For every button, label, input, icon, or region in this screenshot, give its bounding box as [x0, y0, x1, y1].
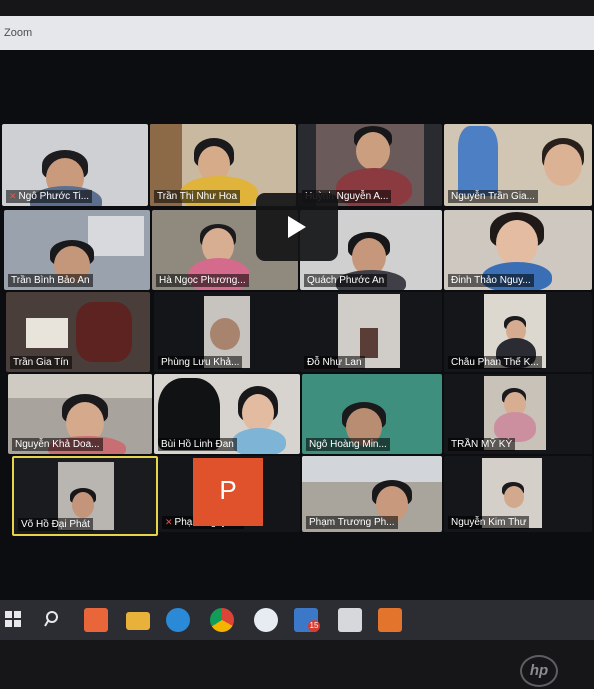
participant-name: Ngô Hoàng Min... — [306, 438, 390, 451]
participant-tile[interactable]: Nguyễn Khả Doa... — [8, 374, 152, 454]
edge-icon[interactable] — [166, 608, 190, 632]
participant-name: Nguyễn Trần Gia... — [448, 190, 538, 203]
participant-name: Đinh Thảo Nguy... — [448, 274, 534, 287]
office-icon[interactable] — [84, 608, 108, 632]
search-icon[interactable] — [44, 610, 62, 628]
zoom-icon[interactable] — [254, 608, 278, 632]
windows-start-icon[interactable] — [4, 610, 22, 628]
participant-name: Phạm Trương Ph... — [306, 516, 398, 529]
participant-tile[interactable]: TRẦN MỸ KỲ — [444, 374, 592, 454]
participant-tile[interactable]: Ngô Hoàng Min... — [302, 374, 442, 454]
mic-muted-icon: ✕ — [165, 517, 173, 527]
participant-tile[interactable]: Phạm Trương Ph... — [302, 456, 442, 532]
participant-tile[interactable]: Trần Gia Tín — [6, 292, 150, 372]
play-icon — [288, 216, 306, 238]
participant-name: Trần Gia Tín — [10, 356, 72, 369]
participant-tile-active-speaker[interactable]: Võ Hồ Đại Phát — [12, 456, 158, 536]
participant-name: Trần Thị Như Hoa — [154, 190, 241, 203]
participant-tile[interactable]: Đỗ Như Lan — [300, 292, 442, 372]
remote-icon[interactable] — [338, 608, 362, 632]
participant-name: ✕ Ngô Phước Ti... — [6, 190, 93, 203]
participant-tile[interactable]: Đinh Thảo Nguy... — [444, 210, 592, 290]
file-explorer-icon[interactable] — [126, 612, 150, 630]
participant-tile[interactable]: Trần Bình Bảo An — [4, 210, 150, 290]
participant-tile[interactable]: Bùi Hồ Linh Đan — [154, 374, 300, 454]
participant-name: Trần Bình Bảo An — [8, 274, 93, 287]
participant-name: Nguyễn Kim Thư — [448, 516, 530, 529]
chrome-icon[interactable] — [210, 608, 234, 632]
participant-name: Võ Hồ Đại Phát — [18, 518, 93, 531]
participant-name: Hà Ngọc Phương... — [156, 274, 249, 287]
participant-tile[interactable]: Phùng Lưu Khả... — [154, 292, 300, 372]
participant-tile[interactable]: Nguyễn Trần Gia... — [444, 124, 592, 206]
participant-avatar: P — [193, 458, 263, 526]
participant-name: TRẦN MỸ KỲ — [448, 438, 516, 451]
participant-name: Bùi Hồ Linh Đan — [158, 438, 237, 451]
participant-name: Đỗ Như Lan — [304, 356, 365, 369]
teams-icon[interactable] — [378, 608, 402, 632]
monitor-brand-logo: hp — [520, 655, 558, 687]
participant-name: Châu Phan Thế K... — [448, 356, 542, 369]
participant-tile[interactable]: Châu Phan Thế K... — [444, 292, 592, 372]
mic-muted-icon: ✕ — [9, 191, 17, 201]
video-play-button[interactable] — [256, 193, 338, 261]
participant-name: Nguyễn Khả Doa... — [12, 438, 103, 451]
participant-tile[interactable]: Nguyễn Kim Thư — [444, 456, 592, 532]
window-title: Zoom — [4, 27, 33, 39]
participant-tile[interactable]: ✕ Ngô Phước Ti... — [2, 124, 148, 206]
window-titlebar: Zoom — [0, 16, 594, 50]
mail-badge: 15 — [308, 620, 320, 632]
participant-name: Quách Phước An — [304, 274, 388, 287]
participant-name: Phùng Lưu Khả... — [158, 356, 243, 369]
